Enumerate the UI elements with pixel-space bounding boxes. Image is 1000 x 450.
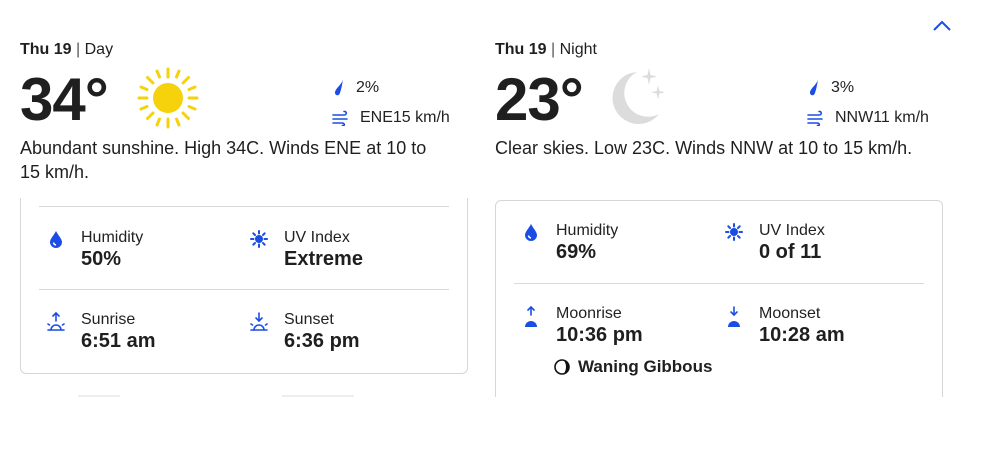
day-summary: Abundant sunshine. High 34C. Winds ENE a… — [20, 138, 427, 182]
day-sunset-label: Sunset — [284, 311, 334, 328]
collapse-button[interactable] — [926, 14, 958, 38]
day-date: Thu 19 — [20, 41, 72, 58]
night-humidity-label: Humidity — [556, 222, 619, 239]
moon-phase-label: Waning Gibbous — [578, 357, 713, 376]
night-period: Night — [559, 41, 597, 58]
uv-sun-icon — [725, 223, 743, 241]
moon-phase: Waning Gibbous — [554, 357, 712, 377]
wind-icon — [807, 110, 823, 126]
raindrop-icon — [809, 80, 818, 96]
waning-gibbous-icon — [554, 359, 570, 375]
night-moonset: Moonset 10:28 am — [721, 304, 845, 347]
night-moonrise-value: 10:36 pm — [556, 324, 643, 346]
night-humidity-value: 69% — [556, 241, 597, 263]
faded-text-fragment — [282, 395, 354, 397]
day-precip-row: 2% — [332, 76, 450, 100]
night-humidity: Humidity 69% — [518, 221, 618, 264]
night-details-card: Humidity 69% UV Index 0 of 11 Moonrise 10:3… — [495, 200, 943, 397]
day-sunrise-label: Sunrise — [81, 311, 136, 328]
faded-text-fragment — [78, 395, 120, 397]
night-heading: Thu 19 | Night — [495, 40, 597, 60]
night-stats: 3% NNW11 km/h — [807, 76, 929, 136]
night-uv-index: UV Index 0 of 11 — [721, 221, 825, 264]
chevron-up-icon — [933, 20, 951, 31]
day-uv-value: Extreme — [284, 248, 363, 270]
day-humidity: Humidity 50% — [43, 228, 143, 271]
day-period: Day — [84, 41, 114, 58]
day-sunrise-value: 6:51 am — [81, 330, 156, 352]
night-summary: Clear skies. Low 23C. Winds NNW at 10 to… — [495, 138, 913, 158]
night-forecast-panel: Thu 19 | Night 23° 3% NNW11 km/h Clear s… — [495, 40, 943, 397]
night-date: Thu 19 — [495, 41, 547, 58]
day-sunset-value: 6:36 pm — [284, 330, 360, 352]
card-mid-divider — [514, 283, 924, 284]
day-uv-index: UV Index Extreme — [246, 228, 363, 271]
sunset-icon — [250, 312, 268, 331]
day-humidity-label: Humidity — [81, 229, 144, 246]
night-moonrise-label: Moonrise — [556, 305, 622, 322]
day-uv-label: UV Index — [284, 229, 350, 246]
day-humidity-value: 50% — [81, 248, 122, 270]
day-details-card: Humidity 50% UV Index Extreme Sunrise 6:51 … — [20, 198, 468, 374]
day-precip-value: 2% — [356, 79, 380, 96]
day-wind-row: ENE15 km/h — [332, 106, 450, 130]
heading-separator: | — [76, 41, 81, 58]
night-moonset-value: 10:28 am — [759, 324, 845, 346]
night-moonset-label: Moonset — [759, 305, 821, 322]
moon-stars-icon — [612, 68, 665, 124]
day-stats: 2% ENE15 km/h — [332, 76, 450, 136]
day-sunrise: Sunrise 6:51 am — [43, 310, 156, 353]
moonrise-icon — [525, 306, 537, 327]
raindrop-icon — [334, 80, 343, 96]
night-uv-value: 0 of 11 — [759, 241, 822, 263]
day-forecast-panel: Thu 19 | Day 34° 2% ENE15 km/h Abundant … — [20, 40, 468, 397]
sunrise-icon — [47, 312, 65, 331]
night-temperature: 23° — [495, 66, 584, 133]
uv-sun-icon — [250, 230, 268, 248]
humidity-icon — [525, 224, 537, 241]
wind-icon — [332, 110, 348, 126]
card-top-divider — [39, 206, 449, 207]
day-temperature: 34° — [20, 66, 109, 133]
moonset-icon — [728, 306, 740, 327]
sun-icon — [137, 67, 199, 129]
heading-separator: | — [551, 41, 556, 58]
day-sunset: Sunset 6:36 pm — [246, 310, 360, 353]
night-precip-value: 3% — [831, 79, 855, 96]
night-uv-label: UV Index — [759, 222, 825, 239]
humidity-icon — [50, 231, 62, 248]
card-mid-divider — [39, 289, 449, 290]
night-precip-row: 3% — [807, 76, 929, 100]
night-wind-row: NNW11 km/h — [807, 106, 929, 130]
day-heading: Thu 19 | Day — [20, 40, 113, 60]
day-wind-value: ENE15 km/h — [360, 109, 450, 126]
night-moonrise: Moonrise 10:36 pm — [518, 304, 643, 347]
night-wind-value: NNW11 km/h — [835, 109, 929, 126]
